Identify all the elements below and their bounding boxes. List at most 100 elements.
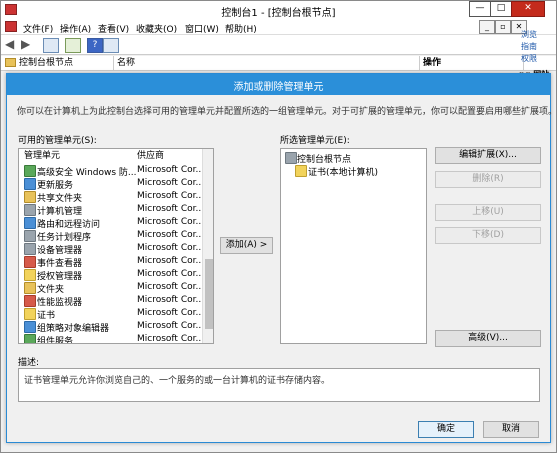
- move-up-button[interactable]: 上移(U): [435, 204, 541, 221]
- list-item[interactable]: 设备管理器 Microsoft Cor...: [19, 242, 205, 256]
- menu-favorites[interactable]: 收藏夹(O): [136, 22, 177, 35]
- authorization-icon: [24, 269, 36, 281]
- component-services-icon: [24, 334, 36, 343]
- snapin-vendor: Microsoft Cor...: [137, 230, 205, 240]
- available-list-scrollbar[interactable]: [202, 149, 213, 343]
- firewall-icon: [24, 165, 36, 177]
- menu-window[interactable]: 窗口(W): [185, 22, 219, 35]
- description-box: 证书管理单元允许你浏览自己的、一个服务的或一台计算机的证书存储内容。: [18, 368, 540, 402]
- bg-link-2: 指南: [521, 42, 537, 51]
- ok-button[interactable]: 确定: [418, 421, 474, 438]
- event-viewer-icon: [24, 256, 36, 268]
- menu-help[interactable]: 帮助(H): [225, 22, 257, 35]
- minimize-button[interactable]: —: [469, 1, 491, 17]
- snapin-vendor: Microsoft Cor...: [137, 243, 205, 253]
- menu-action[interactable]: 操作(A): [60, 22, 91, 35]
- tree-item-certificates[interactable]: 证书(本地计算机): [281, 164, 421, 178]
- available-snapins-list[interactable]: 管理单元 供应商 高级安全 Windows 防... Microsoft Cor.…: [18, 148, 214, 344]
- add-remove-snapins-dialog: 添加或删除管理单元 你可以在计算机上为此控制台选择可用的管理单元并配置所选的一组…: [6, 73, 557, 443]
- tree-header[interactable]: 控制台根节点: [1, 56, 114, 71]
- list-item[interactable]: 路由和远程访问 Microsoft Cor...: [19, 216, 205, 230]
- certificate-icon: [295, 165, 307, 177]
- move-down-button[interactable]: 下移(D): [435, 227, 541, 244]
- toolbar: ◀ ▶ ?: [1, 35, 556, 55]
- mdi-restore-button[interactable]: ▫: [495, 20, 511, 34]
- device-manager-icon: [24, 243, 36, 255]
- list-item[interactable]: 任务计划程序 Microsoft Cor...: [19, 229, 205, 243]
- console-root-icon: [285, 152, 297, 164]
- cancel-button[interactable]: 取消: [483, 421, 539, 438]
- snapin-vendor: Microsoft Cor...: [137, 308, 205, 318]
- routing-icon: [24, 217, 36, 229]
- show-tree-icon[interactable]: [43, 38, 59, 53]
- list-item[interactable]: 组策略对象编辑器 Microsoft Cor...: [19, 320, 205, 334]
- performance-icon: [24, 295, 36, 307]
- folder-icon: [5, 58, 16, 67]
- snapin-vendor: Microsoft Cor...: [137, 334, 205, 344]
- snapin-vendor: Microsoft Cor...: [137, 282, 205, 292]
- snapin-vendor: Microsoft Cor...: [137, 191, 205, 201]
- list-item[interactable]: 计算机管理 Microsoft Cor...: [19, 203, 205, 217]
- console-menu-icon[interactable]: [5, 21, 17, 32]
- tree-root-label: 控制台根节点: [19, 58, 74, 68]
- list-item[interactable]: 授权管理器 Microsoft Cor...: [19, 268, 205, 282]
- description-label: 描述:: [18, 358, 40, 368]
- edit-extensions-button[interactable]: 编辑扩展(X)...: [435, 147, 541, 164]
- tree-item-label: 证书(本地计算机): [308, 168, 379, 178]
- dialog-title-bar[interactable]: 添加或删除管理单元: [7, 74, 550, 95]
- tree-item-console-root[interactable]: 控制台根节点: [281, 151, 421, 165]
- snapin-vendor: Microsoft Cor...: [137, 204, 205, 214]
- snapin-vendor: Microsoft Cor...: [137, 217, 205, 227]
- actions-header: 操作: [419, 56, 524, 71]
- list-item[interactable]: 事件查看器 Microsoft Cor...: [19, 255, 205, 269]
- list-item[interactable]: 高级安全 Windows 防... Microsoft Cor...: [19, 164, 205, 178]
- snapin-name: 组件服务: [37, 337, 74, 344]
- computer-management-icon: [24, 204, 36, 216]
- close-button[interactable]: ✕: [511, 1, 545, 17]
- advanced-button[interactable]: 高级(V)...: [435, 330, 541, 347]
- bg-link-1: 浏览: [521, 30, 537, 39]
- list-item[interactable]: 性能监视器 Microsoft Cor...: [19, 294, 205, 308]
- list-item[interactable]: 更新服务 Microsoft Cor...: [19, 177, 205, 191]
- remove-button[interactable]: 删除(R): [435, 171, 541, 188]
- update-icon: [24, 178, 36, 190]
- menu-file[interactable]: 文件(F): [23, 22, 53, 35]
- snapin-column-header[interactable]: 管理单元: [24, 150, 60, 162]
- scrollbar-thumb[interactable]: [205, 259, 213, 329]
- snapin-vendor: Microsoft Cor...: [137, 321, 205, 331]
- group-policy-icon: [24, 321, 36, 333]
- vendor-column-header[interactable]: 供应商: [137, 150, 164, 162]
- export-list-icon[interactable]: [65, 38, 81, 53]
- maximize-button[interactable]: □: [490, 1, 512, 17]
- mdi-minimize-button[interactable]: _: [479, 20, 495, 34]
- selected-snapins-tree[interactable]: 控制台根节点 证书(本地计算机): [280, 148, 427, 344]
- list-item[interactable]: 文件夹 Microsoft Cor...: [19, 281, 205, 295]
- dialog-description: 你可以在计算机上为此控制台选择可用的管理单元并配置所选的一组管理单元。对于可扩展…: [17, 107, 557, 117]
- add-button[interactable]: 添加(A) >: [220, 237, 273, 254]
- list-item[interactable]: 证书 Microsoft Cor...: [19, 307, 205, 321]
- list-item[interactable]: 组件服务 Microsoft Cor...: [19, 333, 205, 344]
- list-item[interactable]: 共享文件夹 Microsoft Cor...: [19, 190, 205, 204]
- help-icon[interactable]: ?: [87, 38, 103, 53]
- folder-icon: [24, 282, 36, 294]
- forward-arrow-icon[interactable]: ▶: [21, 38, 35, 51]
- snapin-vendor: Microsoft Cor...: [137, 178, 205, 188]
- snapin-vendor: Microsoft Cor...: [137, 165, 205, 175]
- bg-link-3: 权限: [521, 54, 537, 63]
- mmc-content-header: 控制台根节点 名称 操作: [1, 56, 556, 71]
- available-snapins-label: 可用的管理单元(S):: [18, 136, 97, 146]
- back-arrow-icon[interactable]: ◀: [5, 38, 19, 51]
- dialog-title: 添加或删除管理单元: [233, 82, 324, 93]
- selected-snapins-label: 所选管理单元(E):: [280, 136, 350, 146]
- snapin-vendor: Microsoft Cor...: [137, 256, 205, 266]
- name-column-header[interactable]: 名称: [113, 56, 420, 71]
- menu-bar: 文件(F) 操作(A) 查看(V) 收藏夹(O) 窗口(W) 帮助(H) _ ▫…: [1, 19, 556, 35]
- mmc-title-bar[interactable]: 控制台1 - [控制台根节点] — □ ✕: [1, 1, 556, 19]
- snapin-vendor: Microsoft Cor...: [137, 269, 205, 279]
- task-scheduler-icon: [24, 230, 36, 242]
- shared-folder-icon: [24, 191, 36, 203]
- snapin-vendor: Microsoft Cor...: [137, 295, 205, 305]
- certificate-icon: [24, 308, 36, 320]
- action-pane-icon[interactable]: [103, 38, 119, 53]
- menu-view[interactable]: 查看(V): [98, 22, 129, 35]
